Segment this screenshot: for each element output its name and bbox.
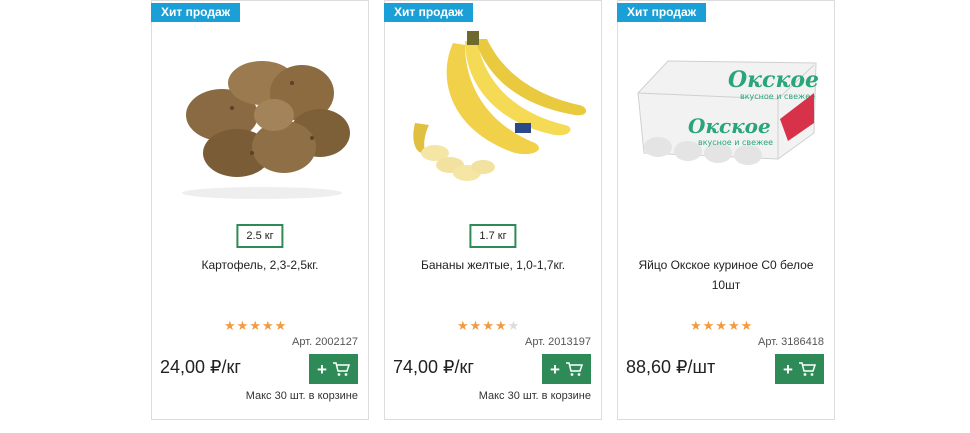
rating-stars: ★★★★★ [690, 318, 753, 334]
article-number: Арт. 2013197 [525, 336, 591, 348]
egg-brand-logo: Окское [728, 67, 819, 93]
weight-label: 2.5 кг [236, 224, 284, 248]
star-icon: ★ [715, 318, 728, 333]
star-icon: ★ [702, 318, 716, 333]
product-title[interactable]: Картофель, 2,3-2,5кг. [166, 255, 354, 275]
bestseller-badge: Хит продаж [617, 3, 707, 22]
egg-brand-logo: Окское [688, 114, 771, 138]
cart-icon [798, 362, 816, 376]
max-quantity-note: Макс 30 шт. в корзине [245, 390, 358, 402]
rating-stars: ★★★★★ [457, 318, 520, 334]
star-icon: ★ [482, 318, 495, 333]
star-icon: ★ [494, 318, 508, 333]
star-icon: ★ [236, 318, 250, 333]
plus-icon: + [317, 359, 327, 379]
star-icon: ★ [274, 318, 288, 333]
weight-label: 1.7 кг [469, 224, 517, 248]
star-icon: ★ [261, 318, 275, 333]
add-to-cart-button[interactable]: + [775, 354, 824, 384]
bestseller-badge: Хит продаж [151, 3, 241, 22]
plus-icon: + [783, 359, 793, 379]
plus-icon: + [550, 359, 560, 379]
star-icon: ★ [690, 318, 703, 333]
price: 74,00 ₽/кг [393, 357, 474, 377]
add-to-cart-button[interactable]: + [309, 354, 358, 384]
max-quantity-note: Макс 30 шт. в корзине [478, 390, 591, 402]
product-title[interactable]: Бананы желтые, 1,0-1,7кг. [399, 255, 587, 275]
star-icon: ★ [457, 318, 470, 333]
product-image[interactable]: Окское вкусное и свежее Окское вкусное и… [628, 23, 826, 203]
star-icon: ★ [740, 318, 754, 333]
rating-stars: ★★★★★ [224, 318, 287, 334]
bestseller-badge: Хит продаж [384, 3, 474, 22]
star-icon: ★ [469, 318, 483, 333]
product-card: Хит продаж Окское вкусное и свежее Окско… [617, 0, 835, 420]
article-number: Арт. 2002127 [292, 336, 358, 348]
cart-icon [332, 362, 350, 376]
add-to-cart-button[interactable]: + [542, 354, 591, 384]
product-card: Хит продаж 1.7 кг Бананы желтые, 1,0-1,7… [384, 0, 602, 420]
product-title[interactable]: Яйцо Окское куриное С0 белое 10шт [632, 255, 820, 295]
star-icon: ★ [224, 318, 237, 333]
egg-brand-slogan: вкусное и свежее [740, 92, 815, 101]
product-image[interactable] [162, 23, 360, 203]
star-icon: ★ [249, 318, 262, 333]
price: 24,00 ₽/кг [160, 357, 241, 377]
article-number: Арт. 3186418 [758, 336, 824, 348]
star-icon: ★ [727, 318, 741, 333]
product-image[interactable] [395, 23, 593, 203]
egg-brand-slogan: вкусное и свежее [698, 138, 773, 147]
product-card: Хит продаж 2.5 кг Картофель, 2,3-2,5кг. … [151, 0, 369, 420]
cart-icon [565, 362, 583, 376]
price: 88,60 ₽/шт [626, 357, 716, 377]
star-icon: ★ [507, 318, 521, 333]
